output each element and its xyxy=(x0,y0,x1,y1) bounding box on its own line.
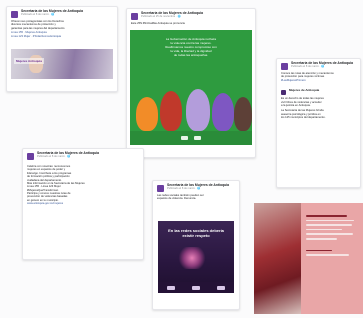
image-caption: Mujeres Antioquia xyxy=(14,58,44,64)
post-card-4[interactable]: Secretaría de las Mujeres de Antioquia P… xyxy=(22,148,144,260)
post-image-dark[interactable]: En las redes sociales debería existir re… xyxy=(158,221,234,293)
shared-post-header: Mujeres de Antioquia xyxy=(277,86,360,97)
post-header: Secretaría de las Mujeres de Antioquia P… xyxy=(23,149,143,162)
gobernacion-logo xyxy=(166,285,175,290)
post-meta: Publicado el 8 de marzo · 🌐 xyxy=(291,65,325,69)
post-header: Secretaría de las Mujeres de Antioquia P… xyxy=(127,9,255,22)
illustrated-woman xyxy=(136,97,158,131)
text-placeholder xyxy=(306,254,350,256)
page-avatar[interactable] xyxy=(281,63,288,70)
text-placeholder xyxy=(306,219,355,222)
page-avatar[interactable] xyxy=(157,185,164,192)
antioquia-logo xyxy=(217,285,226,290)
post-image-green[interactable]: La Gobernación de Antioquia rechaza la v… xyxy=(130,30,252,145)
women-photo xyxy=(254,203,301,314)
post-header: Secretaría de las Mujeres de Antioquia P… xyxy=(7,7,117,20)
post-link-line[interactable]: Línea 123 Mujer · #TodasSomosAntioquia xyxy=(7,35,117,38)
post-header: Secretaría de las Mujeres de Antioquia P… xyxy=(277,59,360,72)
image-text-block: La Gobernación de Antioquia rechaza la v… xyxy=(140,37,242,57)
post-text-line: espacios de violencia. Denuncia. xyxy=(157,197,197,201)
shared-avatar[interactable] xyxy=(281,90,286,96)
gobernacion-logo xyxy=(181,136,188,140)
post-meta: Publicado el 25 de noviembre · 🌐 xyxy=(141,15,181,19)
campaign-logos xyxy=(130,131,252,145)
shared-text-line: a la justicia en Antioquia. xyxy=(281,103,311,107)
image-text-line: de todas las antioqueñas. xyxy=(173,52,209,57)
pink-text-block xyxy=(306,215,357,259)
text-placeholder xyxy=(306,228,342,231)
post-header: Secretaría de las Mujeres de Antioquia P… xyxy=(153,181,239,194)
mujeres-logo xyxy=(191,285,200,290)
campaign-logos xyxy=(158,282,234,293)
post-text-line: Este 25N #NiUnaMás Antioquia se pronunci… xyxy=(131,22,185,25)
post-text-line: garantías para las mujeres del departame… xyxy=(11,26,65,30)
post-card-2[interactable]: Secretaría de las Mujeres de Antioquia P… xyxy=(126,8,256,158)
collage-canvas: Secretaría de las Mujeres de Antioquia P… xyxy=(0,0,363,318)
post-link-line[interactable]: #LasMujeresPrimero xyxy=(277,79,360,82)
post-image-pink[interactable] xyxy=(254,203,363,314)
text-placeholder xyxy=(306,215,347,217)
text-placeholder xyxy=(306,249,332,252)
figure-illustration xyxy=(178,247,206,269)
post-meta: Publicado el 8 de marzo · 🌐 xyxy=(21,13,55,17)
image-headline: En las redes sociales debería existir re… xyxy=(168,228,224,238)
shared-text-line: los 125 municipios del departamento. xyxy=(281,116,326,119)
post-meta: Publicado el 8 de marzo · 🌐 xyxy=(167,187,201,191)
post-meta: Publicado el 8 de marzo · 🌐 xyxy=(37,155,71,159)
post-card-1[interactable]: Secretaría de las Mujeres de Antioquia P… xyxy=(6,6,118,92)
illustrated-woman xyxy=(186,89,210,131)
text-placeholder xyxy=(306,224,352,226)
post-card-5[interactable]: Secretaría de las Mujeres de Antioquia P… xyxy=(152,180,240,310)
post-link-line[interactable]: www.antioquia.gov.co/mujeres xyxy=(23,202,143,205)
text-placeholder xyxy=(306,237,337,240)
illustrated-woman xyxy=(234,97,252,131)
page-avatar[interactable] xyxy=(27,153,34,160)
post-image-lab[interactable]: Mujeres Antioquia xyxy=(11,49,113,79)
mujeres-logo xyxy=(194,136,201,140)
shared-page-name[interactable]: Mujeres de Antioquia xyxy=(289,88,319,92)
page-avatar[interactable] xyxy=(131,13,138,20)
illustrated-woman xyxy=(160,91,182,131)
illustrated-woman xyxy=(212,93,234,131)
post-card-3[interactable]: Secretaría de las Mujeres de Antioquia P… xyxy=(276,58,361,188)
text-placeholder xyxy=(306,233,353,235)
page-avatar[interactable] xyxy=(11,11,18,18)
